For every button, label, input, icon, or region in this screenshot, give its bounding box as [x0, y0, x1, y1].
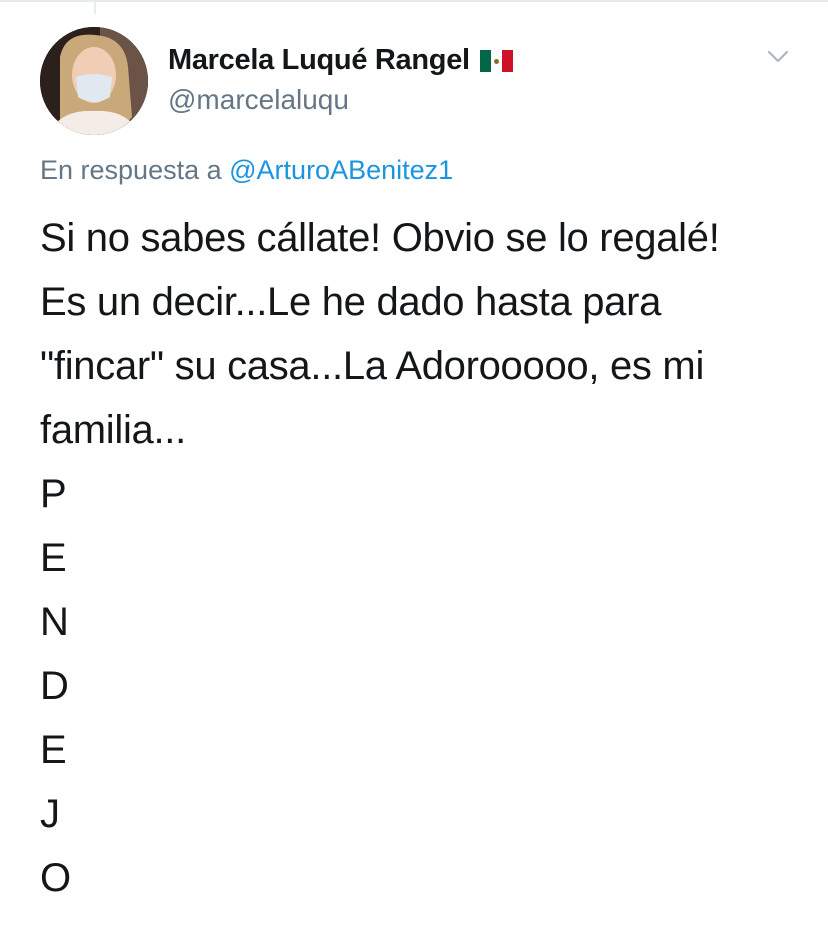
- letter: O: [40, 856, 71, 900]
- letter: N: [40, 600, 69, 644]
- reply-prefix: En respuesta a: [40, 155, 222, 185]
- letter: E: [40, 536, 67, 580]
- author-name-text[interactable]: Marcela Luqué Rangel: [168, 40, 470, 80]
- reply-context: En respuesta a @ArturoABenitez1: [40, 152, 453, 188]
- mexico-flag-icon: [479, 50, 513, 72]
- author-name[interactable]: Marcela Luqué Rangel: [168, 40, 513, 80]
- tweet-line: Si no sabes cállate! Obvio se lo regalé!: [40, 216, 720, 260]
- tweet-author[interactable]: Marcela Luqué Rangel @marcelaluqu: [168, 40, 513, 120]
- avatar-image: [40, 27, 148, 135]
- tweet-text: Si no sabes cállate! Obvio se lo regalé!…: [40, 206, 800, 910]
- tweet-line: familia...: [40, 408, 186, 452]
- author-handle[interactable]: @marcelaluqu: [168, 80, 513, 120]
- letter: J: [40, 792, 60, 836]
- avatar[interactable]: [40, 27, 148, 135]
- reply-to-link[interactable]: @ArturoABenitez1: [229, 155, 453, 185]
- letter: D: [40, 664, 69, 708]
- divider: [0, 0, 828, 2]
- letter: E: [40, 728, 67, 772]
- tweet-line: Es un decir...Le he dado hasta para: [40, 280, 662, 324]
- vertical-letters: P E N D E J O: [40, 462, 800, 910]
- tweet-line: "fincar" su casa...La Adorooooo, es mi: [40, 344, 705, 388]
- chevron-down-icon[interactable]: [767, 50, 789, 64]
- letter: P: [40, 472, 67, 516]
- thread-connector: [94, 0, 96, 14]
